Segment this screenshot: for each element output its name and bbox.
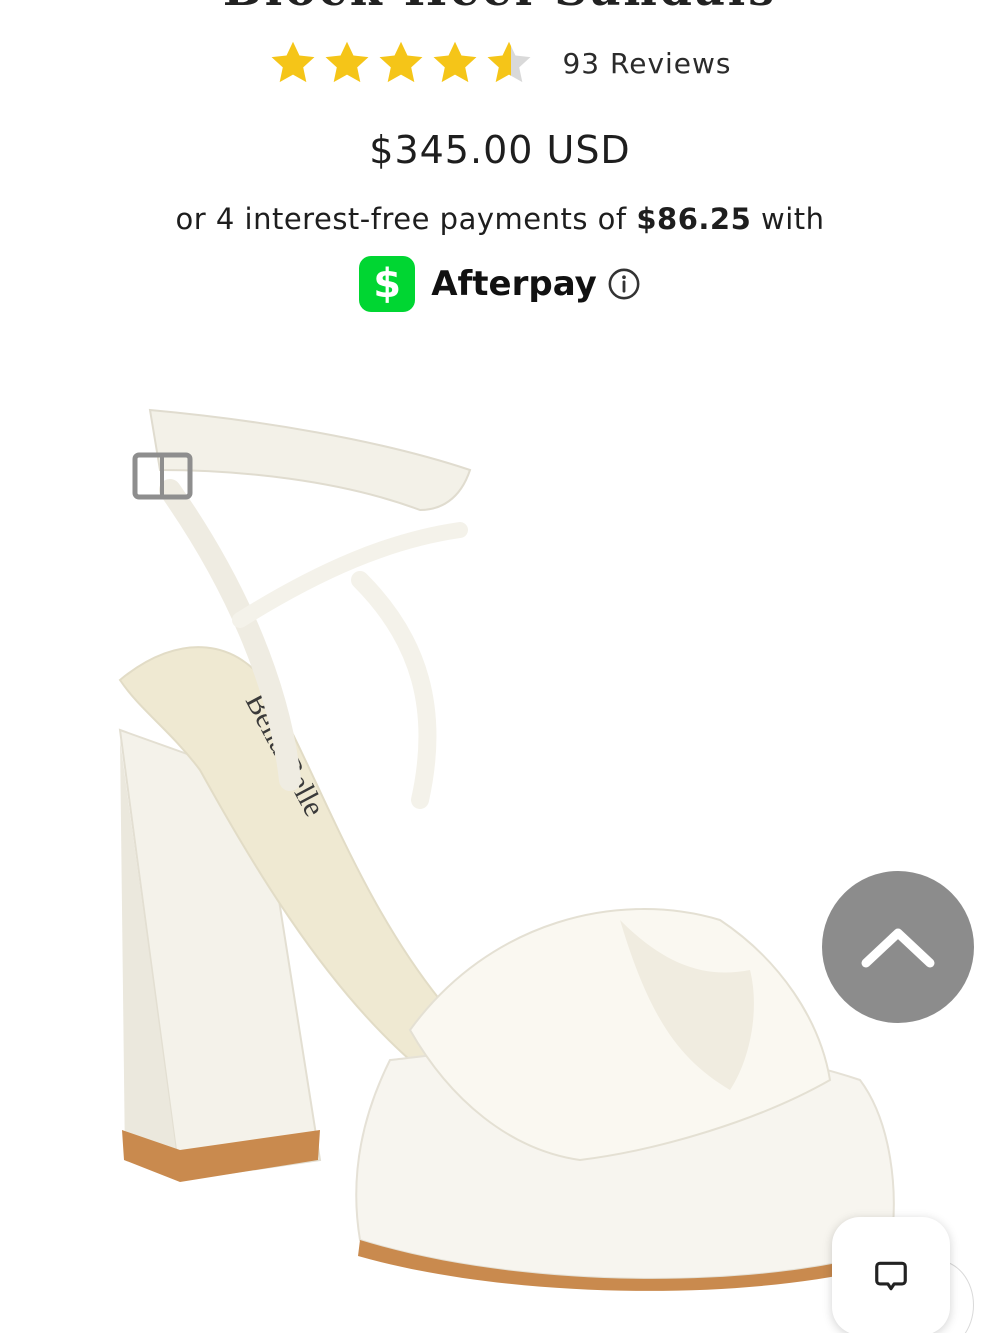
rating-row: 93 Reviews xyxy=(0,38,1000,88)
product-title: Block Heel Sandals xyxy=(0,0,1000,16)
star-rating xyxy=(268,38,538,88)
chat-button[interactable] xyxy=(832,1217,950,1333)
product-page: Block Heel Sandals 93 Reviews $345.00 US… xyxy=(0,0,1000,1333)
star-icon xyxy=(434,41,477,83)
cashapp-dollar-icon: $ xyxy=(359,256,416,312)
product-price: $345.00 USD xyxy=(369,128,631,172)
star-icon xyxy=(326,41,369,83)
reviews-link[interactable]: 93 Reviews xyxy=(562,47,731,80)
afterpay-label: Afterpay xyxy=(431,264,597,304)
product-image[interactable]: Bella Belle xyxy=(60,360,940,1333)
afterpay-row: $ Afterpay xyxy=(0,256,1000,312)
installment-suffix: with xyxy=(751,202,825,236)
installment-amount: $86.25 xyxy=(636,202,752,236)
installment-text: or 4 interest-free payments of $86.25 wi… xyxy=(0,202,1000,236)
scroll-to-top-button[interactable] xyxy=(822,871,974,1023)
star-icon xyxy=(380,41,423,83)
chat-bubble-icon xyxy=(875,1261,907,1291)
chevron-up-icon xyxy=(861,928,935,968)
info-circle-icon[interactable] xyxy=(607,267,641,301)
star-icon xyxy=(272,41,315,83)
installment-prefix: or 4 interest-free payments of xyxy=(175,202,637,236)
half-star-icon xyxy=(488,41,531,83)
